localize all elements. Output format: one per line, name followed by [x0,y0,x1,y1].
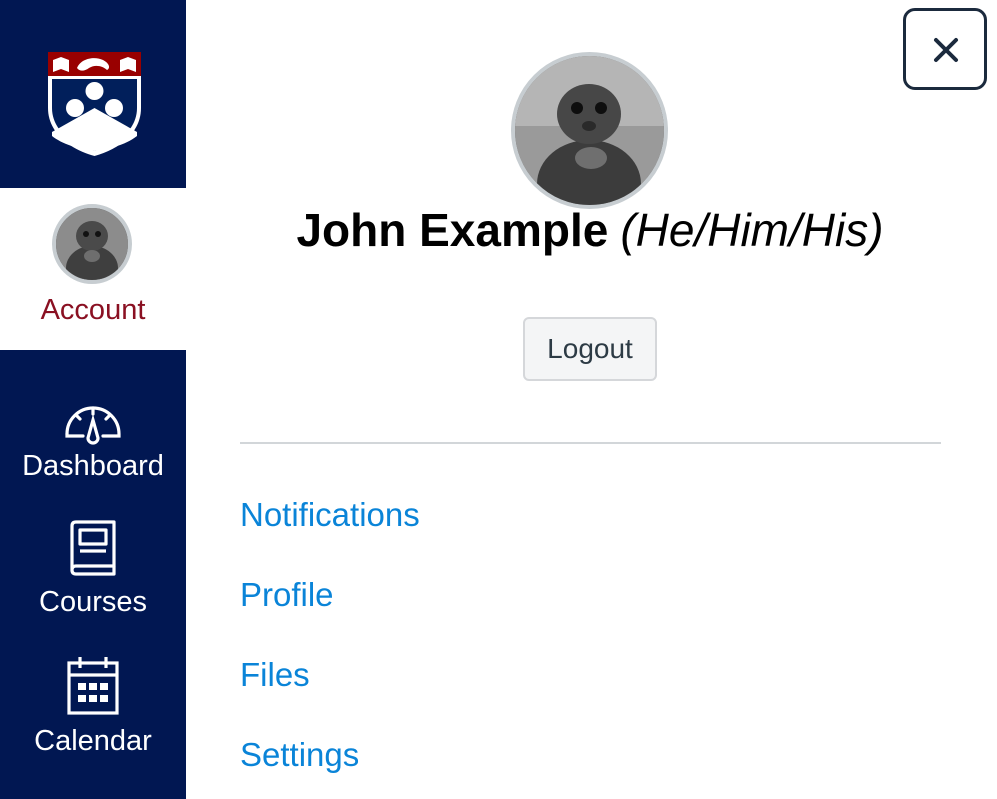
files-link[interactable]: Files [240,656,310,694]
dashboard-gauge-icon [65,406,121,445]
avatar [52,204,132,284]
notifications-link[interactable]: Notifications [240,496,420,534]
profile-link[interactable]: Profile [240,576,334,614]
book-icon [70,520,116,576]
institution-logo[interactable] [0,0,186,188]
user-avatar-icon [515,56,664,205]
calendar-icon [67,657,119,715]
divider [240,442,941,444]
user-pronouns: (He/Him/His) [620,204,884,256]
user-avatar-icon [56,208,128,280]
nav-item-calendar[interactable]: Calendar [0,655,186,785]
nav-item-label: Courses [39,586,147,618]
settings-link[interactable]: Settings [240,736,359,774]
penn-shield-logo-icon [48,52,141,156]
close-button[interactable] [903,8,987,90]
nav-item-label: Calendar [34,725,152,757]
nav-item-courses[interactable]: Courses [0,518,186,648]
user-display-name: John Example (He/Him/His) [240,203,940,257]
nav-item-label: Account [40,294,146,326]
nav-item-account[interactable]: Account [0,188,186,350]
close-icon [934,38,958,62]
profile-avatar [511,52,668,209]
nav-item-label: Dashboard [22,450,164,482]
user-name: John Example [296,204,609,256]
logout-button[interactable]: Logout [523,317,657,381]
global-navigation: Account Dashboard Courses Calendar [0,0,186,799]
nav-item-dashboard[interactable]: Dashboard [0,390,186,520]
